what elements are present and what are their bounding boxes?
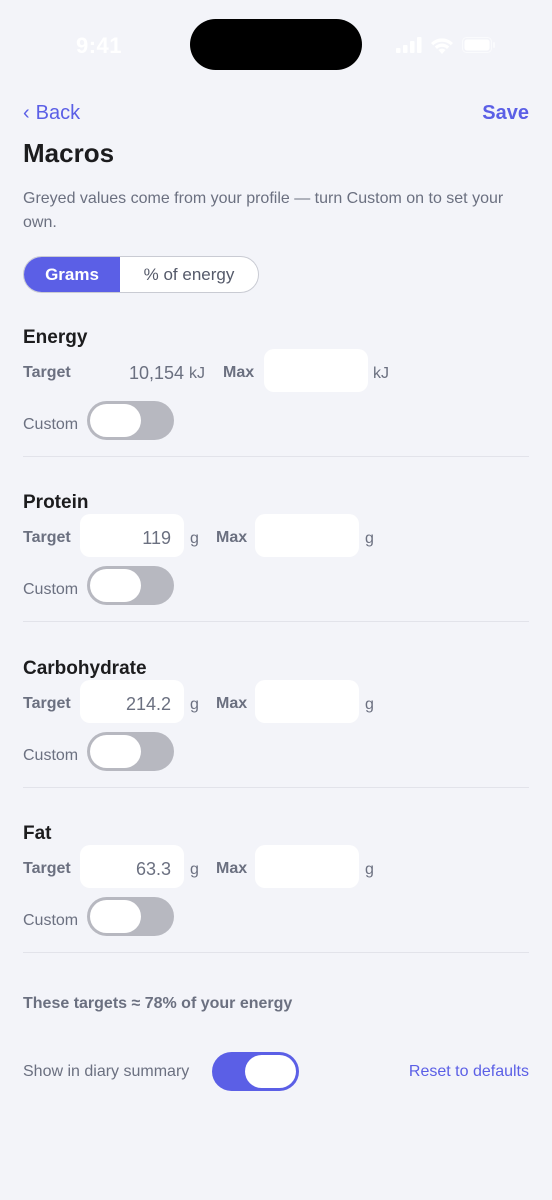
max-unit: g — [365, 861, 374, 878]
show-in-diary-toggle[interactable] — [212, 1052, 299, 1091]
section-divider — [23, 787, 529, 788]
custom-toggle[interactable] — [87, 401, 174, 440]
max-input[interactable] — [255, 680, 359, 723]
max-input[interactable] — [255, 514, 359, 557]
target-label: Target — [23, 529, 71, 546]
wifi-icon — [431, 37, 453, 54]
target-label: Target — [23, 860, 71, 877]
reset-defaults-button[interactable]: Reset to defaults — [409, 1063, 529, 1081]
toggle-knob — [90, 569, 141, 602]
section-divider — [23, 456, 529, 457]
target-unit: g — [190, 861, 199, 878]
target-label: Target — [23, 364, 71, 381]
segment-percent-energy[interactable]: % of energy — [120, 257, 258, 292]
custom-toggle[interactable] — [87, 566, 174, 605]
page-title: Macros — [23, 138, 115, 168]
macro-name: Energy — [23, 327, 88, 348]
status-icons — [396, 36, 496, 54]
section-divider — [23, 621, 529, 622]
max-unit: g — [365, 696, 374, 713]
macro-name: Fat — [23, 823, 52, 844]
target-unit: g — [190, 696, 199, 713]
target-unit: kJ — [189, 365, 205, 382]
max-label: Max — [216, 860, 248, 877]
dynamic-island — [190, 19, 362, 70]
page-subtitle: Greyed values come from your profile — t… — [23, 190, 504, 231]
macro-section-protein: Protein Target 119 g Max g Custom — [0, 492, 552, 658]
energy-summary: These targets ≈ 78% of your energy — [23, 995, 293, 1012]
toggle-knob — [90, 735, 141, 768]
max-unit: kJ — [373, 365, 389, 382]
custom-label: Custom — [23, 416, 79, 433]
macro-section-carbohydrate: Carbohydrate Target 214.2 g Max g Custom — [0, 658, 552, 824]
macro-section-fat: Fat Target 63.3 g Max g Custom — [0, 823, 552, 989]
custom-toggle[interactable] — [87, 897, 174, 936]
segment-grams[interactable]: Grams — [24, 257, 120, 292]
section-divider — [23, 952, 529, 953]
custom-label: Custom — [23, 581, 79, 598]
max-label: Max — [223, 364, 255, 381]
battery-icon — [462, 37, 495, 53]
custom-label: Custom — [23, 912, 79, 929]
cellular-signal-icon — [396, 37, 422, 53]
custom-toggle[interactable] — [87, 732, 174, 771]
status-time: 9:41 — [76, 33, 123, 58]
macro-section-energy: Energy Target 10,154 kJ Max kJ Custom — [0, 327, 552, 493]
max-unit: g — [365, 530, 374, 547]
max-input[interactable] — [264, 349, 368, 392]
max-input[interactable] — [255, 845, 359, 888]
toggle-knob — [90, 900, 141, 933]
target-value: 10,154 — [128, 363, 184, 383]
back-button[interactable]: ‹ Back — [23, 102, 80, 125]
macro-name: Carbohydrate — [23, 658, 147, 679]
save-button[interactable]: Save — [482, 102, 529, 125]
toggle-knob — [90, 404, 141, 437]
show-in-diary-label: Show in diary summary — [23, 1063, 190, 1080]
target-label: Target — [23, 695, 71, 712]
max-label: Max — [216, 529, 248, 546]
back-label: Back — [35, 102, 81, 124]
chevron-left-icon: ‹ — [23, 102, 30, 124]
target-unit: g — [190, 530, 199, 547]
macro-name: Protein — [23, 492, 89, 513]
target-value: 63.3 — [135, 859, 171, 879]
nav-bar: ‹ Back Save — [23, 100, 529, 130]
target-value: 119 — [142, 528, 171, 548]
unit-segmented-control: Grams % of energy — [23, 256, 259, 293]
custom-label: Custom — [23, 747, 79, 764]
max-label: Max — [216, 695, 248, 712]
toggle-knob — [245, 1055, 296, 1088]
status-bar: 9:41 — [0, 0, 552, 90]
target-value: 214.2 — [125, 694, 171, 714]
